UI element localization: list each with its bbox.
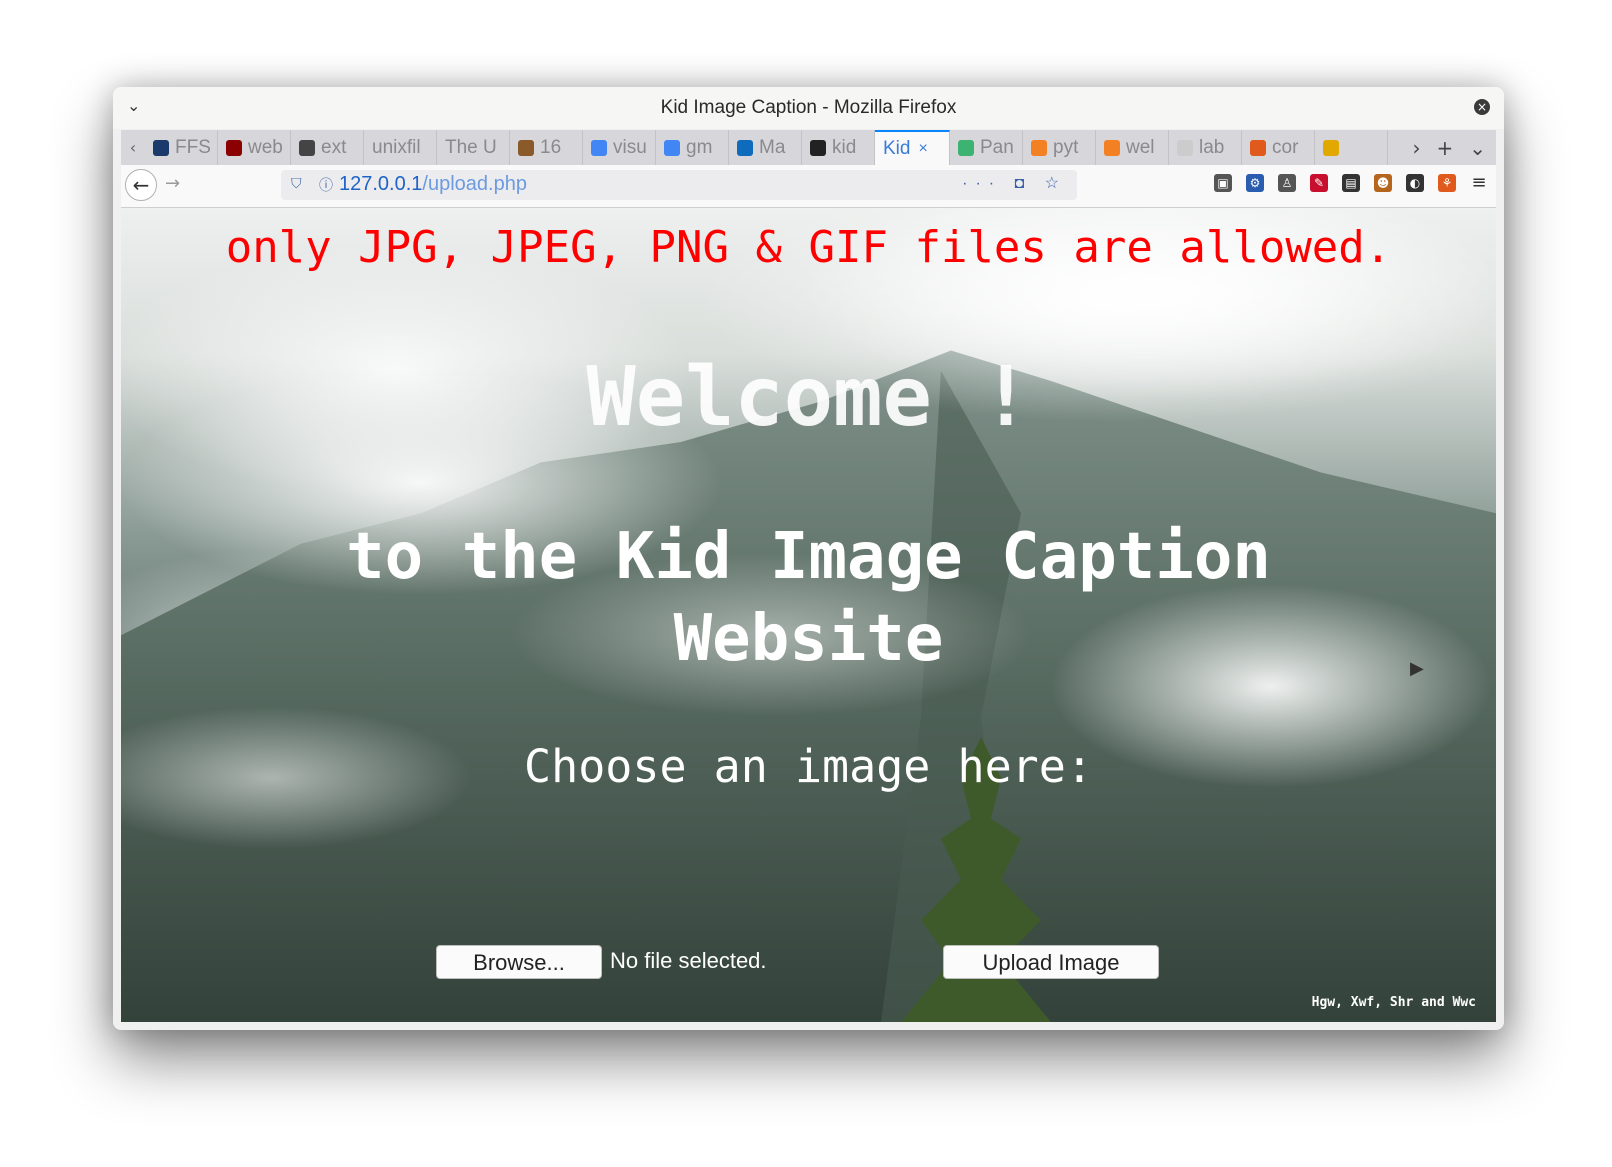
upload-image-button[interactable]: Upload Image [943, 945, 1159, 979]
tab-list: FFS web ext unixfil The U 16 visu gm Ma kid Kid × Pa… [145, 130, 1388, 165]
person-icon[interactable]: ♙ [1278, 174, 1296, 192]
choose-image-label: Choose an image here: [524, 740, 1093, 793]
url-path: /upload.php [422, 173, 527, 195]
site-info-icon[interactable]: ⓘ [319, 175, 333, 195]
tab-label: gm [686, 136, 713, 158]
extension-gear-icon[interactable]: ⚙ [1246, 174, 1264, 192]
tab-9[interactable]: kid [802, 130, 875, 165]
book-favicon-icon [518, 139, 534, 156]
tab-actions: › + ⌄ [1388, 130, 1496, 165]
tab-close-icon[interactable]: × [918, 140, 927, 158]
tab-5[interactable]: 16 [510, 130, 583, 165]
file-type-warning: only JPG, JPEG, PNG & GIF files are allo… [225, 222, 1392, 273]
tab-label: Kid [883, 137, 911, 159]
file-selection-status: No file selected. [610, 948, 767, 973]
tab-1[interactable]: web [218, 130, 291, 165]
loading-icon [958, 139, 974, 156]
tab-14[interactable]: lab [1169, 130, 1242, 165]
navigation-bar: ← → ⛉ ⓘ 127.0.0.1/upload.php ··· ◘ ☆ ▣ ⚙ ♙… [121, 165, 1496, 208]
tab-13[interactable]: wel [1096, 130, 1169, 165]
tab-scroll-right-icon[interactable]: › [1412, 136, 1420, 160]
cube-icon [1177, 139, 1193, 156]
welcome-heading: Welcome ! [586, 350, 1031, 445]
back-button[interactable]: ← [125, 169, 157, 201]
browser-window: ⌄ Kid Image Caption - Mozilla Firefox × … [113, 87, 1504, 1030]
tab-11[interactable]: Pan [950, 130, 1023, 165]
wikipedia-icon [299, 139, 315, 156]
tab-scroll-left-icon[interactable]: ‹ [121, 130, 145, 165]
tab-7[interactable]: gm [656, 130, 729, 165]
screenshot-icon[interactable]: ▣ [1214, 174, 1232, 192]
window-close-button[interactable]: × [1474, 99, 1490, 115]
forward-button[interactable]: → [165, 173, 180, 194]
ask-icon [1250, 139, 1266, 156]
headphones-icon [1323, 139, 1339, 156]
tab-label: kid [832, 136, 857, 158]
tab-label: The U [445, 136, 497, 158]
new-tab-button[interactable]: + [1436, 136, 1453, 160]
tab-label: cor [1272, 136, 1299, 158]
url-bar[interactable]: ⛉ ⓘ 127.0.0.1/upload.php ··· ◘ ☆ [281, 170, 1077, 200]
tab-label: wel [1126, 136, 1155, 158]
browse-button[interactable]: Browse... [436, 945, 602, 979]
tab-label: pyt [1053, 136, 1079, 158]
window-title: Kid Image Caption - Mozilla Firefox [660, 97, 957, 118]
page-content: only JPG, JPEG, PNG & GIF files are allo… [121, 208, 1496, 1022]
menu-icon[interactable]: ≡ [1470, 174, 1488, 192]
stackoverflow-icon [1031, 139, 1047, 156]
tab-6[interactable]: visu [583, 130, 656, 165]
tab-8[interactable]: Ma [729, 130, 802, 165]
tree-icon[interactable]: ⚘ [1438, 174, 1456, 192]
tab-label: lab [1199, 136, 1225, 158]
dark-reader-icon[interactable]: ◐ [1406, 174, 1424, 192]
google-icon [664, 139, 680, 156]
credits-text: Hgw, Xwf, Shr and Wwc [1311, 995, 1476, 1010]
list-all-tabs-icon[interactable]: ⌄ [1469, 136, 1486, 160]
tab-strip: ‹ FFS web ext unixfil The U 16 visu gm Ma kid Kid ×… [121, 130, 1496, 165]
stackoverflow-icon [1104, 139, 1120, 156]
extension-toolbar: ▣ ⚙ ♙ ✎ ▤ ☻ ◐ ⚘ ≡ [1214, 174, 1488, 192]
monkey-icon[interactable]: ☻ [1374, 174, 1392, 192]
title-bar: ⌄ Kid Image Caption - Mozilla Firefox × [113, 87, 1504, 129]
tab-15[interactable]: cor [1242, 130, 1315, 165]
tab-3[interactable]: unixfil [364, 130, 437, 165]
tab-12[interactable]: pyt [1023, 130, 1096, 165]
tab-label: unixfil [372, 136, 421, 158]
cs-favicon-icon [226, 139, 242, 156]
tab-0[interactable]: FFS [145, 130, 218, 165]
google-icon [591, 139, 607, 156]
tab-4[interactable]: The U [437, 130, 510, 165]
site-subtitle: to the Kid Image Caption Website [346, 520, 1271, 676]
tab-label: ext [321, 136, 347, 158]
lock-icon[interactable]: ▤ [1342, 174, 1360, 192]
tab-label: visu [613, 136, 647, 158]
tracking-shield-icon[interactable]: ⛉ [291, 175, 302, 192]
ffs-favicon-icon [153, 139, 169, 156]
tab-label: web [248, 136, 283, 158]
url-text[interactable]: 127.0.0.1/upload.php [339, 173, 527, 196]
tab-16[interactable] [1315, 130, 1388, 165]
tab-10[interactable]: Kid × [875, 130, 950, 165]
tab-label: 16 [540, 136, 562, 158]
github-icon [810, 139, 826, 156]
tab-2[interactable]: ext [291, 130, 364, 165]
tab-label: Ma [759, 136, 786, 158]
url-host: 127.0.0.1 [339, 173, 423, 195]
tab-label: Pan [980, 136, 1014, 158]
mouse-cursor-icon: ▶ [1410, 658, 1424, 679]
page-actions-icons[interactable]: ··· ◘ ☆ [962, 173, 1067, 193]
tab-label: FFS [175, 136, 211, 158]
pdf-icon[interactable]: ✎ [1310, 174, 1328, 192]
outlook-icon [737, 139, 753, 156]
